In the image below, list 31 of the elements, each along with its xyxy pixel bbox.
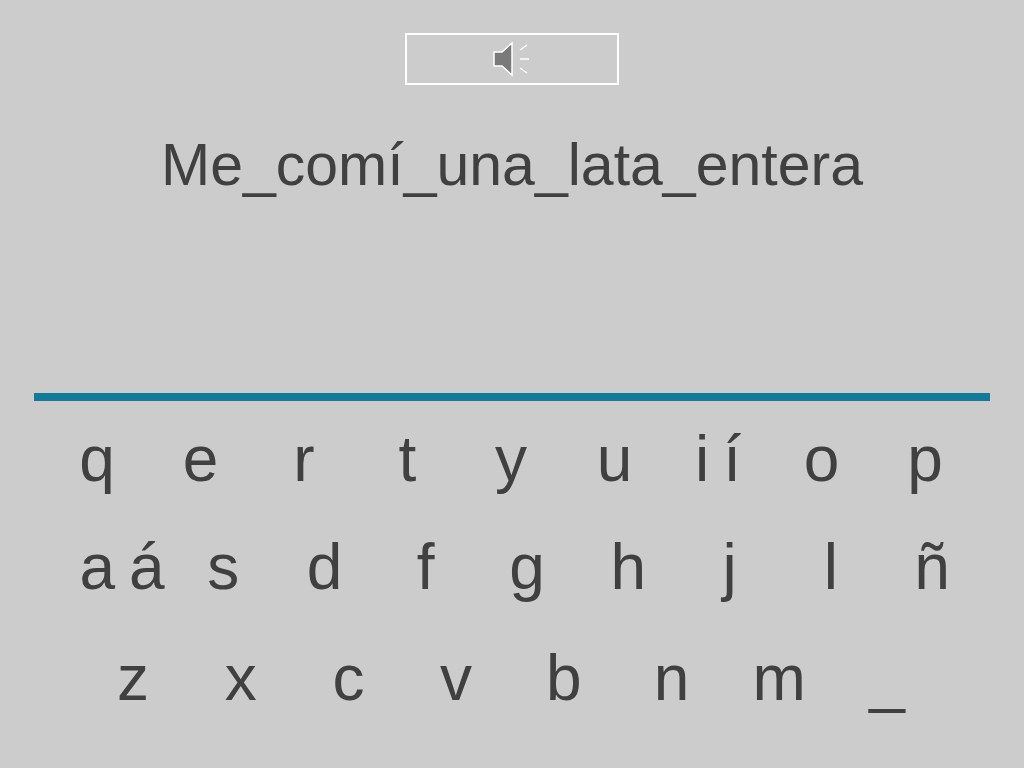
letter-key[interactable]: y — [495, 427, 527, 492]
letter-key[interactable]: z — [117, 646, 149, 711]
audio-button[interactable] — [405, 33, 619, 85]
letter-key[interactable]: o — [803, 427, 840, 492]
letter-key[interactable]: _ — [869, 646, 905, 711]
letter-key[interactable]: l — [823, 535, 838, 600]
letter-key[interactable]: h — [610, 535, 647, 600]
letter-key[interactable]: d — [306, 535, 343, 600]
letter-key[interactable]: i — [695, 427, 710, 492]
letter-key[interactable]: g — [509, 535, 545, 600]
letter-key[interactable]: q — [79, 427, 115, 492]
speaker-icon — [492, 41, 532, 77]
letter-key[interactable]: s — [207, 535, 240, 600]
letter-key[interactable]: b — [546, 646, 582, 711]
letter-key[interactable]: p — [907, 427, 943, 492]
letter-key[interactable]: í — [723, 427, 741, 492]
letter-key[interactable]: ñ — [914, 535, 950, 600]
prompt-sentence: Me_comí_una_lata_entera — [160, 133, 864, 198]
letter-key[interactable]: m — [752, 646, 806, 711]
letter-key[interactable]: v — [440, 646, 473, 711]
letter-key[interactable]: á — [129, 535, 165, 600]
letter-key[interactable]: t — [398, 427, 417, 492]
letter-key[interactable]: u — [596, 427, 633, 492]
letter-key[interactable]: a — [79, 535, 115, 600]
letter-key[interactable]: f — [416, 535, 435, 600]
letter-key[interactable]: n — [653, 646, 690, 711]
letter-key[interactable]: r — [293, 427, 315, 492]
letter-key[interactable]: c — [332, 646, 365, 711]
letter-key[interactable]: x — [224, 646, 257, 711]
letter-key[interactable]: e — [182, 427, 219, 492]
letter-key[interactable]: j — [722, 535, 737, 600]
